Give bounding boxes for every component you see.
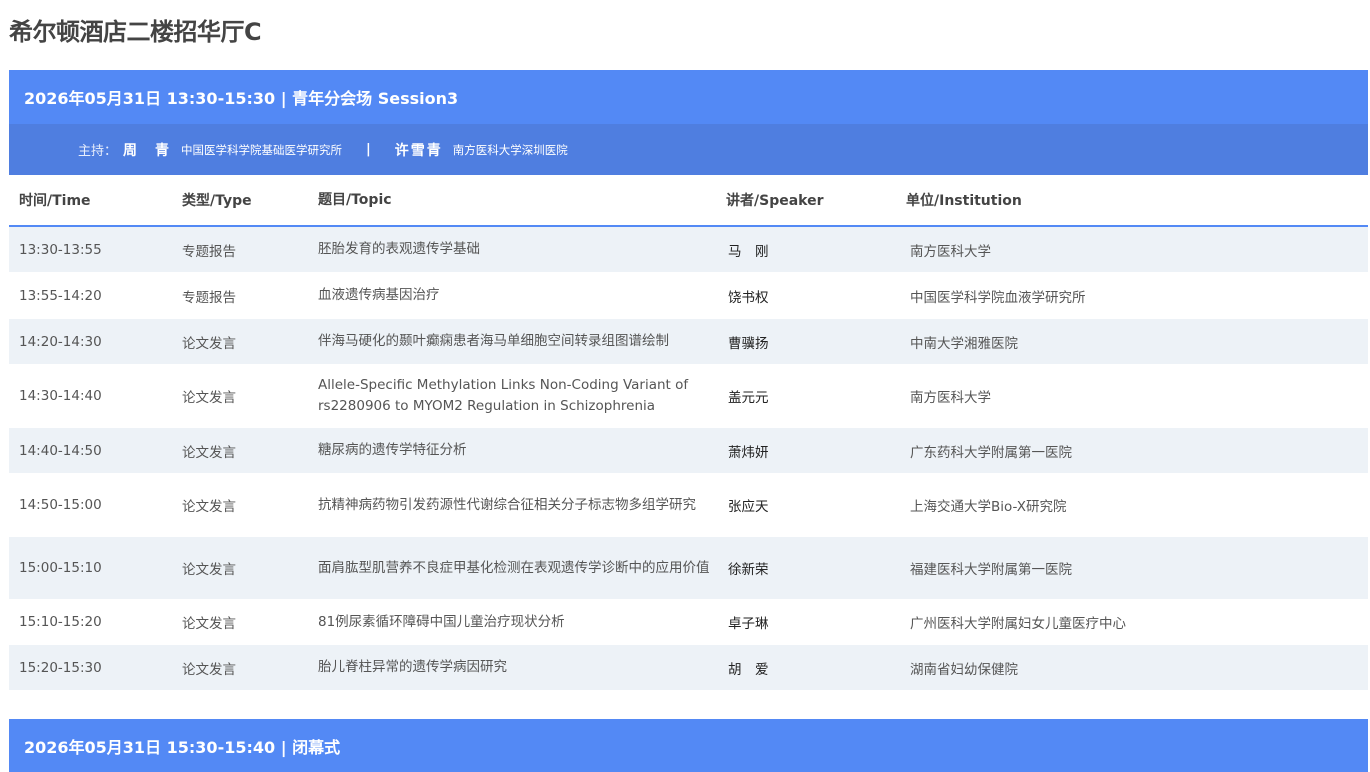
- row-speaker: 萧炜妍: [728, 444, 769, 461]
- row-topic: 81例尿素循环障碍中国儿童治疗现状分析: [318, 613, 565, 630]
- row-type: 论文发言: [182, 562, 236, 578]
- row-topic: 胎儿脊柱异常的遗传学病因研究: [318, 659, 507, 675]
- row-topic: 血液遗传病基因治疗: [318, 287, 440, 303]
- table-row: 15:10-15:20 论文发言 81例尿素循环障碍中国儿童治疗现状分析 卓子琳…: [9, 599, 1368, 645]
- row-time: 13:55-14:20: [19, 287, 102, 304]
- host-name: 周 青: [123, 142, 172, 159]
- row-time: 14:20-14:30: [19, 333, 102, 350]
- column-header-topic: 题目/Topic: [318, 191, 392, 208]
- host-institution: 中国医学科学院基础医学研究所: [181, 142, 343, 157]
- row-speaker: 马 刚: [728, 243, 769, 260]
- row-type: 论文发言: [182, 499, 236, 515]
- row-topic: 面肩肱型肌营养不良症甲基化检测在表观遗传学诊断中的应用价值: [318, 559, 710, 576]
- table-row: 14:40-14:50 论文发言 糖尿病的遗传学特征分析 萧炜妍 广东药科大学附…: [9, 428, 1368, 473]
- row-institution: 上海交通大学Bio-X研究院: [910, 499, 1067, 515]
- row-institution: 中国医学科学院血液学研究所: [910, 289, 1086, 306]
- table-row: 14:30-14:40 论文发言 Allele-Specific Methyla…: [9, 364, 1368, 428]
- row-institution: 湖南省妇幼保健院: [910, 661, 1018, 678]
- row-institution: 南方医科大学: [910, 390, 991, 406]
- table-header: 时间/Time 类型/Type 题目/Topic 讲者/Speaker 单位/I…: [9, 175, 1368, 227]
- row-institution: 南方医科大学: [910, 243, 991, 260]
- row-time: 14:40-14:50: [19, 442, 102, 459]
- row-institution: 福建医科大学附属第一医院: [910, 562, 1072, 578]
- table-row: 15:00-15:10 论文发言 面肩肱型肌营养不良症甲基化检测在表观遗传学诊断…: [9, 537, 1368, 599]
- host-separator: |: [366, 142, 371, 157]
- row-type: 专题报告: [182, 289, 236, 306]
- row-type: 论文发言: [182, 616, 236, 632]
- row-speaker: 张应天: [728, 499, 769, 515]
- host-label: 主持：: [78, 144, 118, 159]
- session-header-text: 2026年05月31日 15:30-15:40 | 闭幕式: [24, 737, 341, 757]
- host-name: 许雪青: [394, 142, 443, 159]
- row-topic: 抗精神病药物引发药源性代谢综合征相关分子标志物多组学研究: [318, 496, 696, 513]
- row-type: 论文发言: [182, 661, 236, 678]
- row-topic: 伴海马硬化的颞叶癫痫患者海马单细胞空间转录组图谱绘制: [318, 333, 669, 349]
- column-header-institution: 单位/Institution: [906, 193, 1022, 209]
- row-type: 论文发言: [182, 444, 236, 461]
- row-speaker: 胡 爱: [728, 661, 769, 678]
- page-title: 希尔顿酒店二楼招华厅C: [9, 18, 262, 46]
- row-type: 论文发言: [182, 390, 236, 406]
- session-header: 2026年05月31日 13:30-15:30 | 青年分会场 Session3: [9, 70, 1368, 124]
- row-time: 14:30-14:40: [19, 388, 102, 404]
- row-institution: 广州医科大学附属妇女儿童医疗中心: [910, 616, 1126, 632]
- row-time: 13:30-13:55: [19, 241, 102, 258]
- row-speaker: 徐新荣: [728, 562, 769, 578]
- column-header-type: 类型/Type: [182, 193, 252, 209]
- schedule-table: 时间/Time 类型/Type 题目/Topic 讲者/Speaker 单位/I…: [9, 175, 1368, 690]
- row-institution: 广东药科大学附属第一医院: [910, 444, 1072, 461]
- session-header: 2026年05月31日 15:30-15:40 | 闭幕式: [9, 719, 1368, 772]
- row-speaker: 卓子琳: [728, 616, 769, 632]
- row-speaker: 盖元元: [728, 390, 769, 406]
- column-header-time: 时间/Time: [19, 193, 91, 209]
- table-row: 14:20-14:30 论文发言 伴海马硬化的颞叶癫痫患者海马单细胞空间转录组图…: [9, 319, 1368, 364]
- table-row: 15:20-15:30 论文发言 胎儿脊柱异常的遗传学病因研究 胡 爱 湖南省妇…: [9, 645, 1368, 690]
- row-type: 专题报告: [182, 243, 236, 260]
- row-time: 15:10-15:20: [19, 614, 102, 630]
- row-topic: Allele-Specific Methylation Links Non-Co…: [318, 377, 689, 414]
- row-speaker: 饶书权: [728, 289, 769, 306]
- host-bar: 主持： 周 青 中国医学科学院基础医学研究所 | 许雪青 南方医科大学深圳医院: [9, 124, 1368, 175]
- row-speaker: 曹骥扬: [728, 335, 769, 352]
- row-type: 论文发言: [182, 335, 236, 352]
- table-row: 13:30-13:55 专题报告 胚胎发育的表观遗传学基础 马 刚 南方医科大学: [9, 227, 1368, 272]
- table-row: 14:50-15:00 论文发言 抗精神病药物引发药源性代谢综合征相关分子标志物…: [9, 473, 1368, 537]
- row-time: 15:20-15:30: [19, 659, 102, 676]
- session-header-text: 2026年05月31日 13:30-15:30 | 青年分会场 Session3: [24, 89, 459, 108]
- row-time: 14:50-15:00: [19, 497, 102, 513]
- column-header-speaker: 讲者/Speaker: [726, 193, 824, 209]
- row-institution: 中南大学湘雅医院: [910, 335, 1018, 352]
- table-row: 13:55-14:20 专题报告 血液遗传病基因治疗 饶书权 中国医学科学院血液…: [9, 272, 1368, 319]
- row-topic: 糖尿病的遗传学特征分析: [318, 442, 467, 458]
- host-institution: 南方医科大学深圳医院: [452, 142, 568, 157]
- row-time: 15:00-15:10: [19, 560, 102, 576]
- row-topic: 胚胎发育的表观遗传学基础: [318, 241, 480, 257]
